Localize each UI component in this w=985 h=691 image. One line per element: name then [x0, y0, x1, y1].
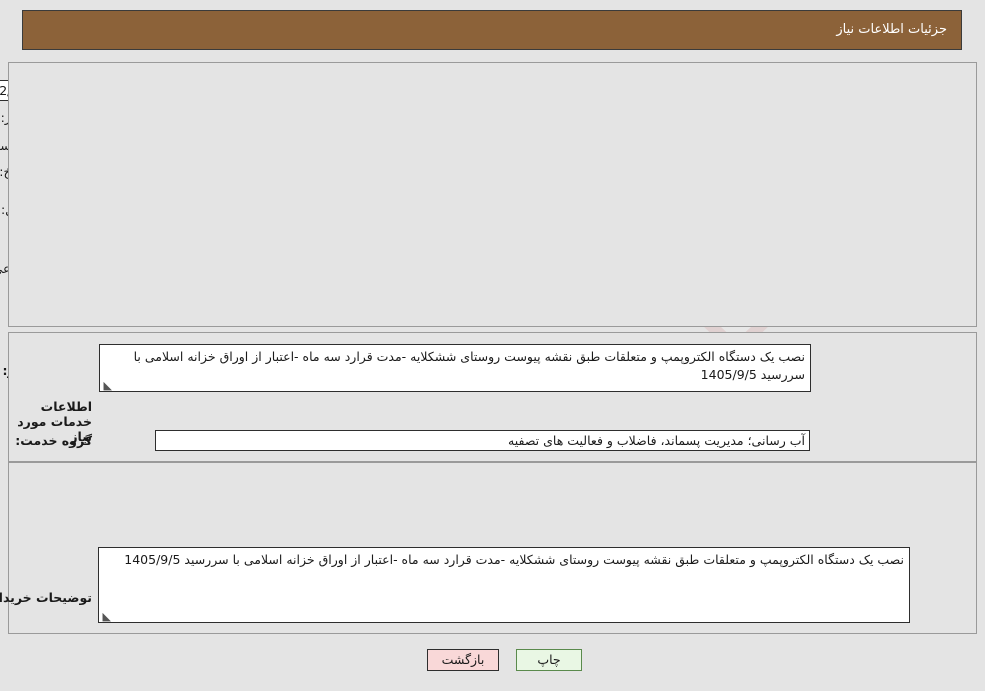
- general-desc-value: نصب یک دستگاه الکتروپمپ و متعلقات طبق نق…: [133, 349, 805, 382]
- page-header-bar: جزئیات اطلاعات نیاز: [22, 10, 962, 50]
- general-desc-textarea[interactable]: نصب یک دستگاه الکتروپمپ و متعلقات طبق نق…: [99, 344, 811, 392]
- print-button[interactable]: چاپ: [516, 649, 582, 671]
- resize-grip-icon[interactable]: ◣: [102, 380, 112, 391]
- back-button[interactable]: بازگشت: [427, 649, 499, 671]
- buyer-notes-value: نصب یک دستگاه الکتروپمپ و متعلقات طبق نق…: [124, 552, 904, 567]
- resize-grip-icon-notes[interactable]: ◣: [101, 611, 111, 622]
- service-group-label: گروه خدمت:: [15, 433, 92, 448]
- buyer-notes-label: توضیحات خریدار:: [0, 590, 92, 605]
- service-group-value: آب رسانی؛ مدیریت پسماند، فاضلاب و فعالیت…: [155, 430, 810, 451]
- need-summary-panel: [8, 62, 977, 327]
- page-title: جزئیات اطلاعات نیاز: [836, 22, 947, 37]
- buyer-notes-textarea[interactable]: نصب یک دستگاه الکتروپمپ و متعلقات طبق نق…: [98, 547, 910, 623]
